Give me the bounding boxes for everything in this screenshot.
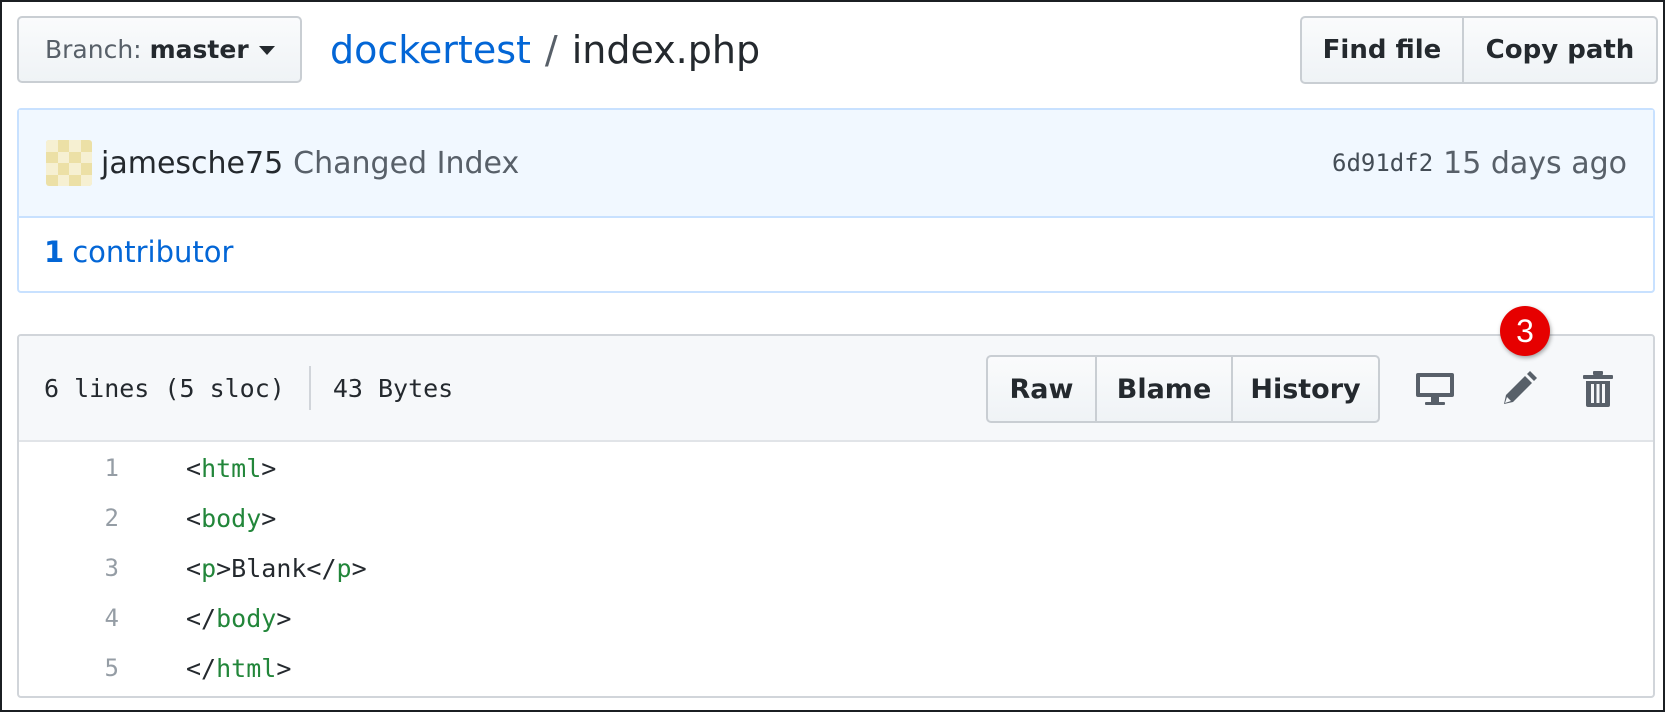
code-content: <body> <box>186 503 277 533</box>
code-line: 5 </html> <box>19 643 1653 693</box>
file-action-buttons: Raw Blame History <box>986 355 1380 423</box>
contributor-count: 1 <box>44 235 65 269</box>
pencil-icon <box>1504 371 1537 404</box>
branch-name: master <box>149 35 249 64</box>
file-size: 43 Bytes <box>332 373 454 403</box>
line-number[interactable]: 5 <box>19 654 119 682</box>
commit-meta: 6d91df2 15 days ago <box>1332 146 1627 181</box>
code-content: </html> <box>186 653 292 683</box>
blame-button[interactable]: Blame <box>1095 357 1231 421</box>
file-lines-info: 6 lines (5 sloc) <box>44 373 285 403</box>
avatar[interactable] <box>46 140 92 186</box>
desktop-icon <box>1416 373 1454 405</box>
code-line: 1 <html> <box>19 443 1653 493</box>
code-line: 4 </body> <box>19 593 1653 643</box>
file-info-divider <box>308 366 311 410</box>
file-navigation-buttons: Find file Copy path <box>1300 16 1658 84</box>
commit-sha[interactable]: 6d91df2 <box>1332 149 1433 177</box>
file-header: 6 lines (5 sloc) 43 Bytes Raw Blame Hist… <box>19 336 1653 442</box>
trash-icon <box>1583 371 1613 407</box>
code-line: 3 <p>Blank</p> <box>19 543 1653 593</box>
latest-commit-row: jamesche75 Changed Index 6d91df2 15 days… <box>19 110 1653 218</box>
repo-link[interactable]: dockertest <box>330 28 531 72</box>
edit-file-button[interactable] <box>1494 364 1544 414</box>
code-table: 1 <html> 2 <body> 3 <p>Blank</p> 4 </bod… <box>19 443 1653 693</box>
open-desktop-button[interactable] <box>1410 364 1460 414</box>
code-content: <html> <box>186 453 277 483</box>
delete-file-button[interactable] <box>1573 364 1623 414</box>
line-number[interactable]: 3 <box>19 554 119 582</box>
breadcrumb-separator: / <box>544 28 558 72</box>
raw-button[interactable]: Raw <box>988 357 1095 421</box>
code-content: </body> <box>186 603 292 633</box>
line-number[interactable]: 2 <box>19 504 119 532</box>
line-number[interactable]: 1 <box>19 454 119 482</box>
file-viewer: 6 lines (5 sloc) 43 Bytes Raw Blame Hist… <box>17 334 1655 698</box>
copy-path-button[interactable]: Copy path <box>1462 18 1656 82</box>
commit-author[interactable]: jamesche75 <box>101 146 283 181</box>
contributors-link[interactable]: 1 contributor <box>44 228 233 276</box>
step-number-badge: 3 <box>1500 306 1550 356</box>
line-number[interactable]: 4 <box>19 604 119 632</box>
file-info: 6 lines (5 sloc) 43 Bytes <box>44 364 453 412</box>
contributor-label: contributor <box>72 235 234 269</box>
commit-message[interactable]: Changed Index <box>293 146 519 181</box>
branch-label: Branch: <box>45 35 142 64</box>
caret-down-icon <box>258 46 275 55</box>
code-content: <p>Blank</p> <box>186 553 367 583</box>
branch-select-button[interactable]: Branch: master <box>17 16 302 83</box>
find-file-button[interactable]: Find file <box>1302 18 1462 82</box>
file-name: index.php <box>571 28 761 72</box>
commit-tease: jamesche75 Changed Index 6d91df2 15 days… <box>17 108 1655 293</box>
commit-time: 15 days ago <box>1443 145 1627 181</box>
breadcrumb: dockertest / index.php <box>330 22 760 78</box>
history-button[interactable]: History <box>1231 357 1378 421</box>
code-line: 2 <body> <box>19 493 1653 543</box>
